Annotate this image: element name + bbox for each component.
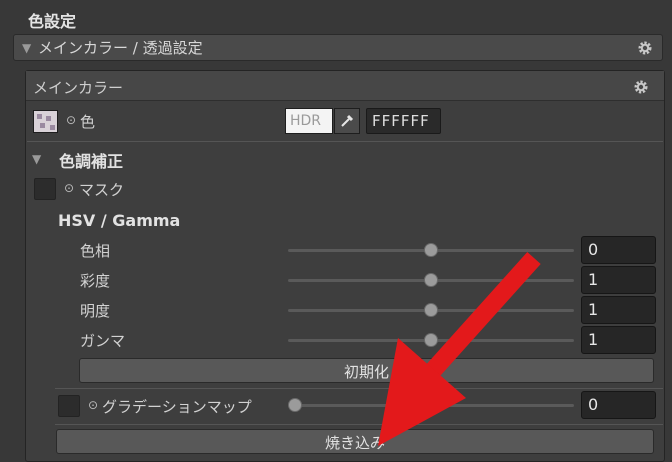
foldout-main-color-transparency[interactable]: ▼ メインカラー / 透過設定 bbox=[13, 34, 663, 61]
reset-button[interactable]: 初期化 bbox=[79, 358, 654, 383]
hsv-row-label: 色相 bbox=[80, 242, 111, 260]
gear-icon[interactable] bbox=[637, 40, 653, 56]
eyedropper-icon[interactable] bbox=[334, 108, 360, 134]
gradient-map-slider-thumb[interactable] bbox=[288, 398, 302, 412]
bake-button[interactable]: 焼き込み bbox=[56, 429, 654, 454]
section-title: 色設定 bbox=[28, 12, 77, 31]
divider bbox=[55, 388, 663, 389]
color-settings-panel: 色設定 ▼ メインカラー / 透過設定 メインカラー ⊙ 色 HDR FFFFF… bbox=[0, 0, 672, 462]
gradient-map-texture-slot[interactable] bbox=[58, 395, 80, 417]
gradient-map-slider-track[interactable] bbox=[288, 404, 574, 407]
hex-color-input[interactable]: FFFFFF bbox=[366, 108, 441, 134]
hsv-gamma-title: HSV / Gamma bbox=[58, 211, 181, 230]
main-color-box-header: メインカラー bbox=[26, 71, 664, 101]
gradient-map-label: グラデーションマップ bbox=[102, 398, 252, 416]
divider bbox=[55, 424, 663, 425]
mask-label: マスク bbox=[79, 181, 125, 199]
divider bbox=[27, 141, 663, 142]
mask-texture-slot[interactable] bbox=[34, 178, 56, 200]
color-label: 色 bbox=[80, 113, 96, 131]
mask-circle-icon: ⊙ bbox=[64, 181, 75, 195]
hsv-slider-thumb[interactable] bbox=[424, 273, 438, 287]
tone-correction-title[interactable]: 色調補正 bbox=[59, 148, 123, 172]
texture-circle-icon: ⊙ bbox=[66, 113, 77, 127]
foldout-label: メインカラー / 透過設定 bbox=[38, 39, 203, 57]
hsv-slider-thumb[interactable] bbox=[424, 333, 438, 347]
foldout-arrow-icon: ▼ bbox=[22, 40, 32, 55]
hsv-row-label: ガンマ bbox=[80, 332, 126, 350]
hsv-value-input[interactable]: 0 bbox=[581, 236, 656, 264]
hsv-slider-thumb[interactable] bbox=[424, 303, 438, 317]
gradient-circle-icon: ⊙ bbox=[88, 398, 99, 412]
hsv-row-label: 明度 bbox=[80, 302, 111, 320]
tone-foldout-arrow-icon[interactable]: ▼ bbox=[32, 152, 41, 166]
color-swatch-field[interactable]: HDR bbox=[285, 108, 333, 134]
hsv-value-input[interactable]: 1 bbox=[581, 326, 656, 354]
main-color-box-title: メインカラー bbox=[33, 79, 124, 97]
gear-icon[interactable] bbox=[633, 79, 649, 95]
hsv-row-label: 彩度 bbox=[80, 272, 111, 290]
hsv-value-input[interactable]: 1 bbox=[581, 296, 656, 324]
main-texture-thumbnail[interactable] bbox=[33, 110, 58, 133]
gradient-map-value-input[interactable]: 0 bbox=[581, 391, 656, 419]
hsv-value-input[interactable]: 1 bbox=[581, 266, 656, 294]
hsv-slider-thumb[interactable] bbox=[424, 243, 438, 257]
